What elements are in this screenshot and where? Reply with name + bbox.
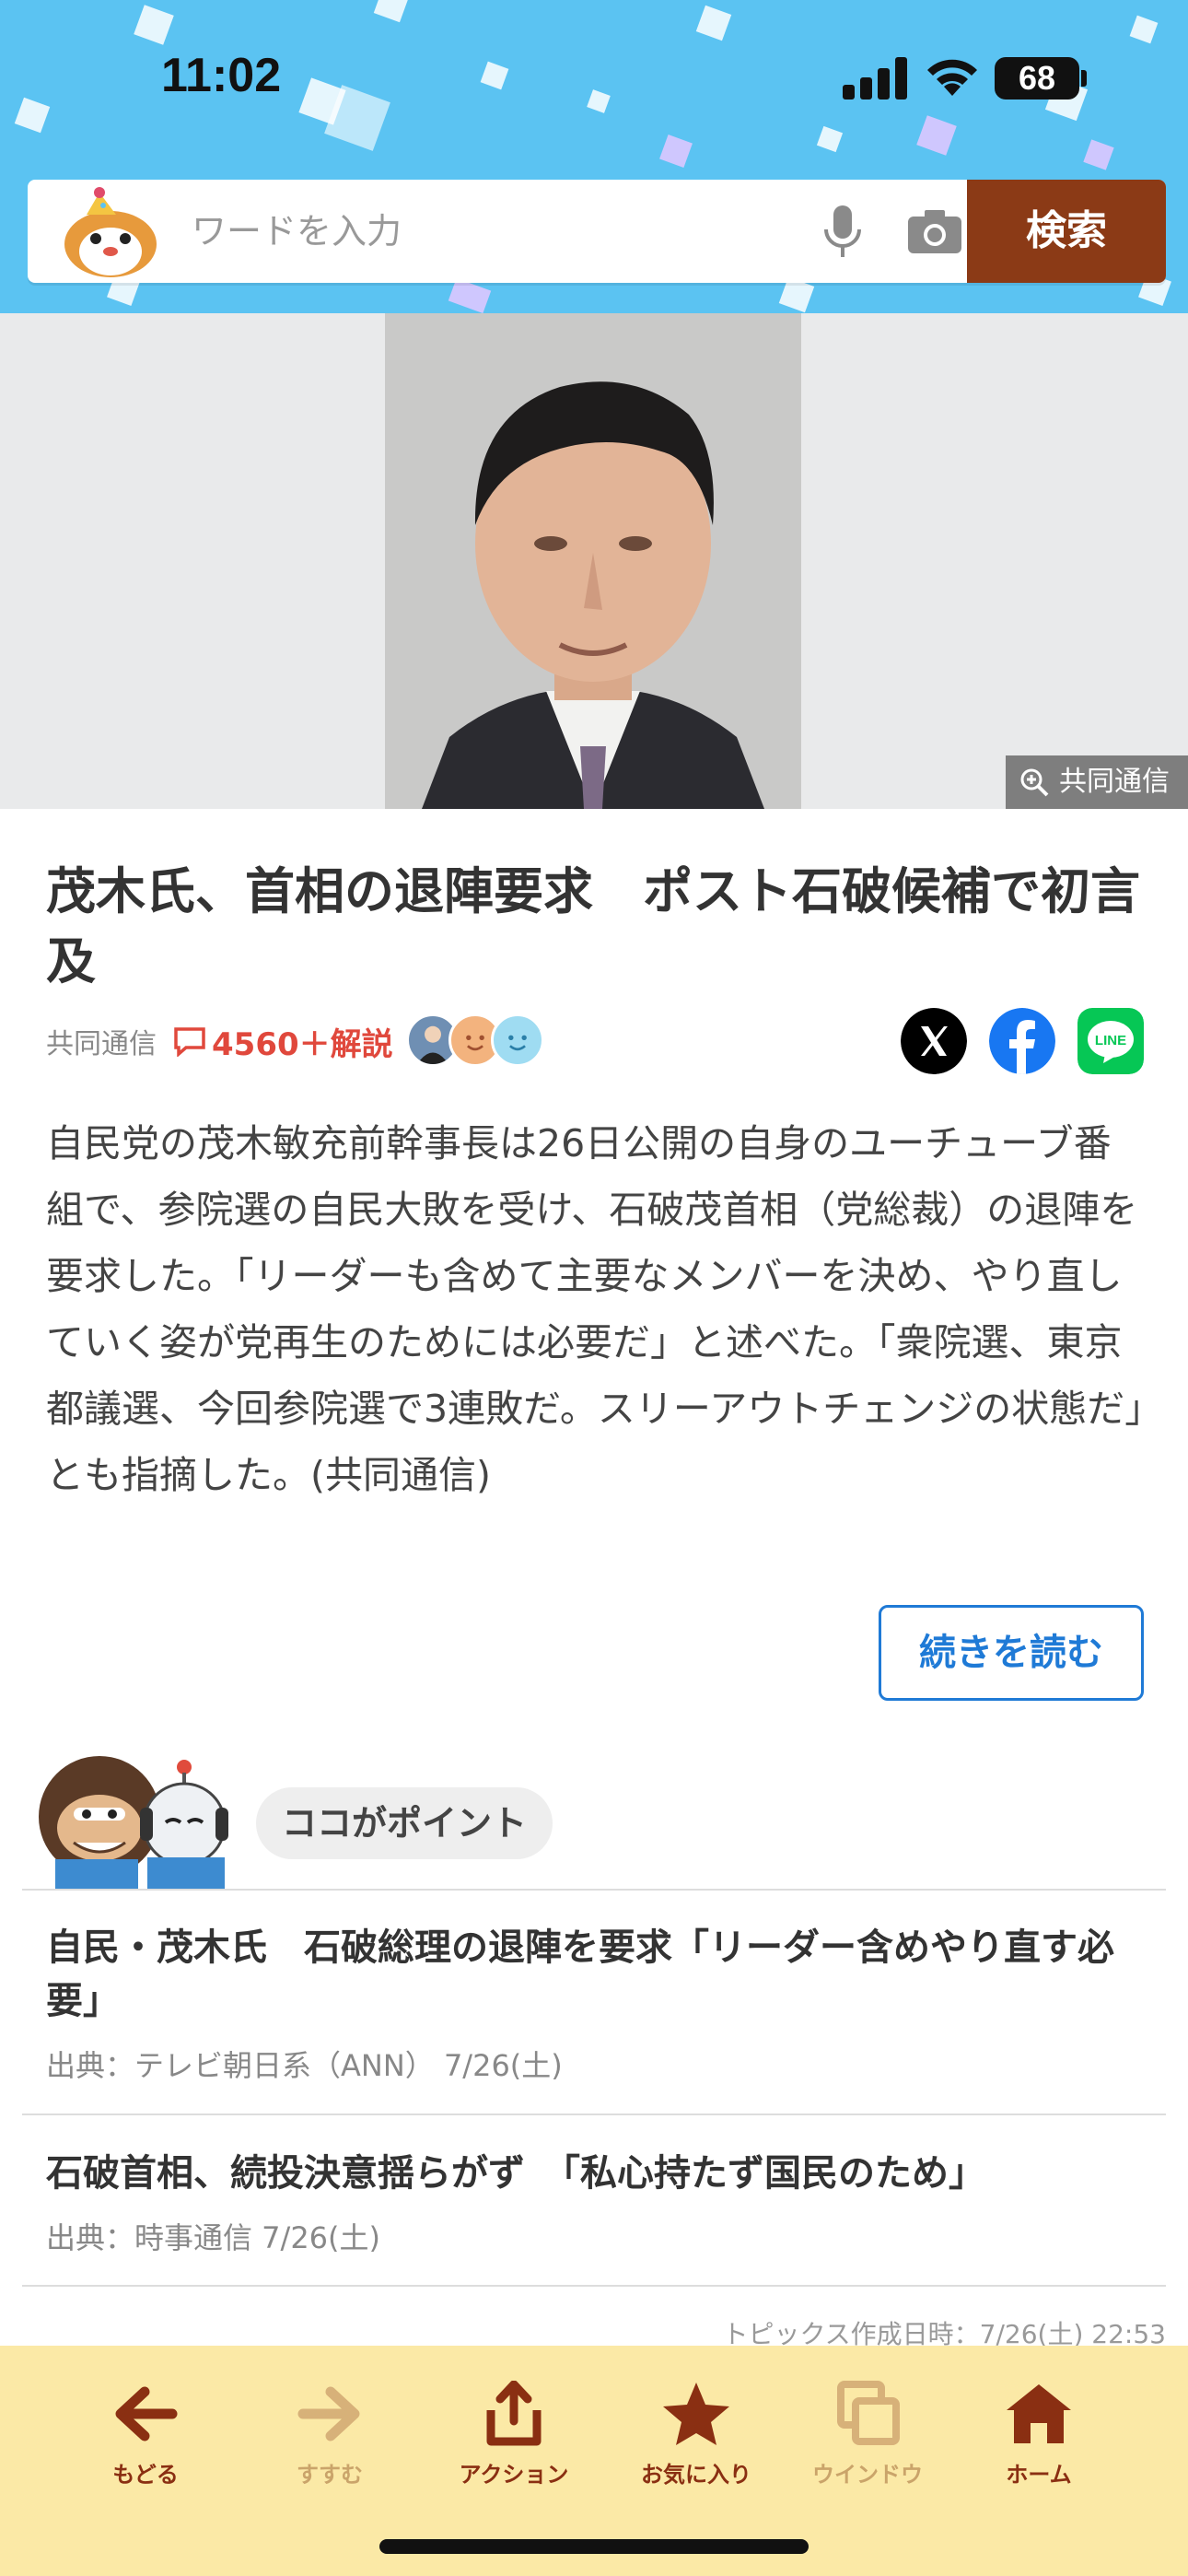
photo-credit-label: 共同通信 (1059, 766, 1170, 798)
camera-icon[interactable] (906, 207, 963, 257)
comment-count: 4560＋解説 (212, 1025, 393, 1063)
home-indicator[interactable] (379, 2539, 809, 2554)
page: 11:02 68 ワードを入力 検索 共同通信 茂木氏、首相の退陣要求 ポスト石… (0, 0, 1188, 2576)
read-more-button[interactable]: 続きを読む (879, 1605, 1144, 1701)
window-label: ウインドウ (812, 2462, 923, 2488)
article-meta: 共同通信 4560＋解説 (46, 1013, 553, 1069)
divider (22, 2113, 1166, 2115)
home-button[interactable]: ホーム (965, 2381, 1112, 2488)
article-body: 自民党の茂木敏充前幹事長は26日公開の自身のユーチューブ番組で、参院選の自民大敗… (46, 1121, 1144, 1497)
mascot-characters (39, 1756, 228, 1889)
search-button[interactable]: 検索 (967, 180, 1166, 283)
share-icon (486, 2381, 542, 2446)
action-label: アクション (459, 2462, 569, 2488)
window-button[interactable]: ウインドウ (794, 2381, 941, 2488)
photo-credit[interactable]: 共同通信 (1006, 755, 1188, 809)
wifi-icon (927, 59, 977, 96)
facebook-share-icon[interactable] (989, 1008, 1055, 1074)
favorites-button[interactable]: お気に入り (623, 2381, 770, 2488)
line-label: LINE (1095, 1033, 1126, 1048)
article-title: 茂木氏、首相の退陣要求 ポスト石破候補で初言及 (46, 862, 1140, 990)
search-input[interactable] (192, 198, 790, 264)
commenter-avatars[interactable] (405, 1013, 553, 1069)
cellular-signal-icon (843, 57, 907, 100)
back-arrow-icon (115, 2386, 178, 2441)
comment-link[interactable]: 4560＋解説 (173, 1019, 393, 1064)
article-image[interactable]: 共同通信 (0, 313, 1188, 809)
related-article-meta: 出典：テレビ朝日系（ANN） 7/26(土) (46, 2048, 563, 2083)
portrait-photo (385, 313, 801, 809)
article-source[interactable]: 共同通信 (46, 1021, 157, 1061)
forward-label: すすむ (297, 2462, 363, 2488)
avatar (490, 1013, 544, 1067)
home-icon (1007, 2384, 1071, 2443)
windows-icon (837, 2381, 900, 2445)
battery-icon (1081, 70, 1087, 87)
microphone-icon[interactable] (818, 204, 868, 261)
back-button[interactable]: もどる (72, 2381, 219, 2488)
header: 11:02 68 ワードを入力 検索 (0, 0, 1188, 313)
related-article-meta: 出典：時事通信 7/26(土) (46, 2220, 381, 2255)
favorites-label: お気に入り (641, 2462, 751, 2488)
forward-arrow-icon (297, 2386, 360, 2441)
action-button[interactable]: アクション (440, 2381, 588, 2488)
search-bar: 検索 (28, 180, 1166, 283)
related-article-title[interactable]: 自民・茂木氏 石破総理の退陣を要求「リーダー含めやり直す必要」 (46, 1921, 1142, 2028)
x-share-icon[interactable] (901, 1008, 967, 1074)
related-article-title[interactable]: 石破首相、続投決意揺らがず 「私心持たず国民のため」 (46, 2147, 1142, 2200)
comment-icon (174, 1027, 205, 1057)
forward-button[interactable]: すすむ (256, 2381, 403, 2488)
line-share-icon[interactable]: LINE (1077, 1008, 1144, 1074)
status-time: 11:02 (161, 49, 282, 102)
back-label: もどる (112, 2462, 179, 2488)
star-icon (663, 2383, 729, 2445)
divider (22, 1889, 1166, 1891)
point-label: ココがポイント (256, 1787, 553, 1859)
divider (22, 2285, 1166, 2287)
home-label: ホーム (1006, 2462, 1072, 2488)
battery-level: 68 (995, 57, 1079, 100)
zoom-icon (1020, 768, 1049, 797)
mascot-logo (64, 187, 157, 277)
